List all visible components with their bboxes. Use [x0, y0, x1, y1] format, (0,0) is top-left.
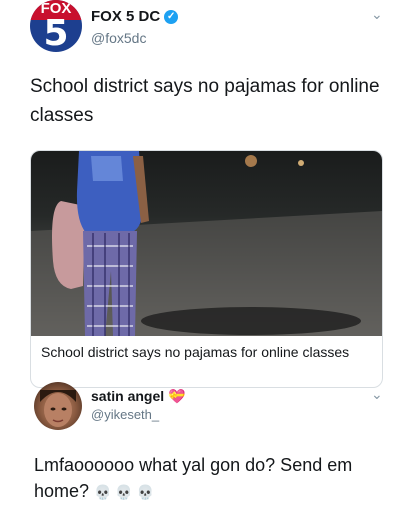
display-name[interactable]: satin angel 💝: [91, 388, 185, 405]
display-name-text: satin angel: [91, 388, 165, 404]
chevron-down-icon[interactable]: ⌄: [371, 6, 383, 23]
display-name[interactable]: FOX 5 DC ✓: [91, 8, 179, 25]
card-image: [31, 151, 382, 336]
tweet-text: Lmfaoooooo what yal gon do? Send em home…: [34, 452, 394, 505]
avatar[interactable]: [34, 382, 82, 430]
chevron-down-icon[interactable]: ⌄: [371, 386, 383, 403]
fox-logo-number: 5: [43, 13, 69, 53]
tweet-text: School district says no pajamas for onli…: [30, 76, 380, 126]
skull-emoji-icon: 💀 💀 💀: [94, 484, 155, 500]
tweet-text-body: Lmfaoooooo what yal gon do? Send em home…: [34, 455, 353, 501]
heart-gift-icon: 💝: [168, 388, 186, 404]
link-card[interactable]: School district says no pajamas for onli…: [30, 150, 383, 388]
card-title: School district says no pajamas for onli…: [41, 344, 350, 360]
handle[interactable]: @fox5dc: [91, 30, 146, 46]
verified-check-icon: ✓: [164, 10, 179, 25]
handle[interactable]: @yikeseth_: [91, 407, 159, 422]
display-name-text: FOX 5 DC: [91, 8, 161, 25]
avatar[interactable]: FOX 5: [30, 0, 82, 52]
